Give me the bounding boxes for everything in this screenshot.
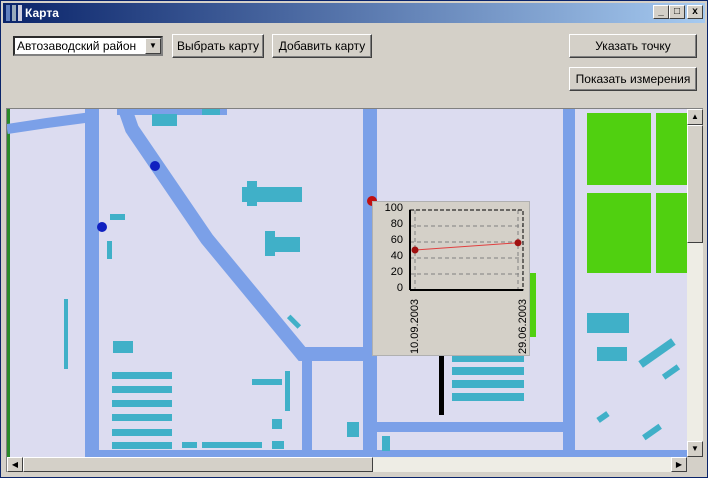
y-tick-label: 40 [390, 250, 403, 262]
select-map-button[interactable]: Выбрать карту [172, 34, 264, 58]
x-tick-label: 29.06.2003 [517, 298, 529, 354]
data-point [411, 246, 419, 254]
x-tick-label: 10.09.2003 [409, 298, 421, 354]
marker-blue[interactable] [97, 222, 107, 232]
show-measurements-button[interactable]: Показать измерения [569, 67, 697, 91]
map-drawing [7, 109, 687, 457]
y-tick-label: 20 [390, 266, 403, 278]
scroll-down-icon[interactable]: ▼ [687, 441, 703, 457]
y-tick-label: 80 [390, 218, 403, 230]
maximize-button[interactable]: □ [669, 5, 685, 19]
add-map-button[interactable]: Добавить карту [272, 34, 372, 58]
y-tick-label: 60 [390, 234, 403, 246]
parks [524, 113, 687, 337]
resize-grip-icon[interactable] [687, 457, 703, 472]
map-edge [7, 109, 10, 457]
close-button[interactable]: x [687, 5, 703, 19]
map-window: Карта _ □ x Автозаводский район ▼ Выбрат… [0, 0, 708, 478]
title-bar: Карта _ □ x [3, 3, 705, 23]
horizontal-scroll-thumb[interactable] [23, 457, 373, 472]
scroll-up-icon[interactable]: ▲ [687, 109, 703, 125]
scroll-right-icon[interactable]: ▶ [671, 457, 687, 472]
data-point [514, 239, 522, 247]
vertical-scroll-thumb[interactable] [687, 125, 703, 243]
y-tick-label: 100 [384, 202, 403, 214]
measurement-chart-popup: 100 80 60 40 20 0 10.09.2003 29.06.2003 [372, 201, 530, 356]
chevron-down-icon[interactable]: ▼ [145, 38, 161, 54]
map-view: 100 80 60 40 20 0 10.09.2003 29.06.2003 … [6, 108, 703, 472]
building-dark [439, 353, 444, 415]
road [118, 109, 372, 361]
series-line [414, 242, 519, 251]
marker-blue[interactable] [150, 161, 160, 171]
road [7, 112, 93, 134]
window-title: Карта [25, 6, 59, 20]
point-button[interactable]: Указать точку [569, 34, 697, 58]
y-tick-label: 0 [396, 282, 403, 294]
minimize-button[interactable]: _ [653, 5, 669, 19]
horizontal-scrollbar[interactable]: ◀ ▶ [7, 457, 687, 472]
map-canvas[interactable]: 100 80 60 40 20 0 10.09.2003 29.06.2003 [7, 109, 687, 457]
plot-frame [409, 209, 524, 291]
app-icon [6, 5, 22, 21]
vertical-scrollbar[interactable]: ▲ ▼ [687, 109, 703, 457]
district-select-value: Автозаводский район [17, 39, 137, 53]
district-select[interactable]: Автозаводский район ▼ [13, 36, 163, 56]
scroll-left-icon[interactable]: ◀ [7, 457, 23, 472]
roads [7, 109, 687, 457]
